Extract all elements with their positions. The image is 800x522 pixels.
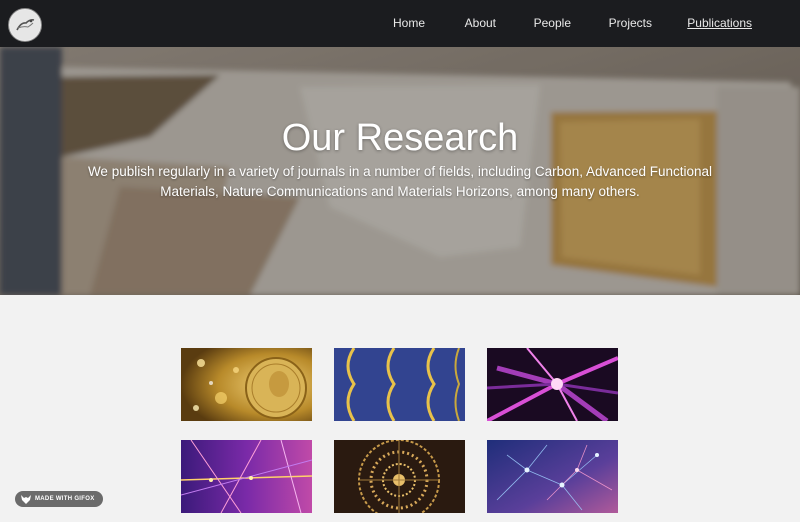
made-with-gifox-badge[interactable]: MADE WITH GIFOX xyxy=(15,491,103,507)
hero-banner: Our Research We publish regularly in a v… xyxy=(0,47,800,295)
nav-people-link[interactable]: People xyxy=(534,16,571,30)
network-image xyxy=(487,440,618,513)
top-navigation-bar: Home About People Projects Publications xyxy=(0,0,800,47)
badge-text: MADE WITH GIFOX xyxy=(35,496,95,502)
nav-publications-link[interactable]: Publications xyxy=(687,16,752,30)
hero-subtitle: We publish regularly in a variety of jou… xyxy=(87,164,713,199)
gallery-tile-gold-medal[interactable] xyxy=(181,348,312,421)
radial-pattern-image xyxy=(334,440,465,513)
research-gallery xyxy=(0,295,800,522)
site-logo[interactable] xyxy=(8,8,42,42)
gallery-tile-network[interactable] xyxy=(487,440,618,513)
blue-waves-image xyxy=(334,348,465,421)
gallery-tile-blue-waves[interactable] xyxy=(334,348,465,421)
gold-medal-image xyxy=(181,348,312,421)
gallery-tile-particle-traces[interactable] xyxy=(181,440,312,513)
gallery-tile-radial-pattern[interactable] xyxy=(334,440,465,513)
nav-home-link[interactable]: Home xyxy=(393,16,425,30)
nav-about-link[interactable]: About xyxy=(465,16,496,30)
nav-projects-link[interactable]: Projects xyxy=(609,16,652,30)
gallery-tile-purple-vortex[interactable] xyxy=(487,348,618,421)
fox-icon xyxy=(21,494,31,504)
page-title: Our Research xyxy=(281,117,519,159)
logo-graphic-icon xyxy=(10,10,40,40)
purple-vortex-image xyxy=(487,348,618,421)
particle-traces-image xyxy=(181,440,312,513)
